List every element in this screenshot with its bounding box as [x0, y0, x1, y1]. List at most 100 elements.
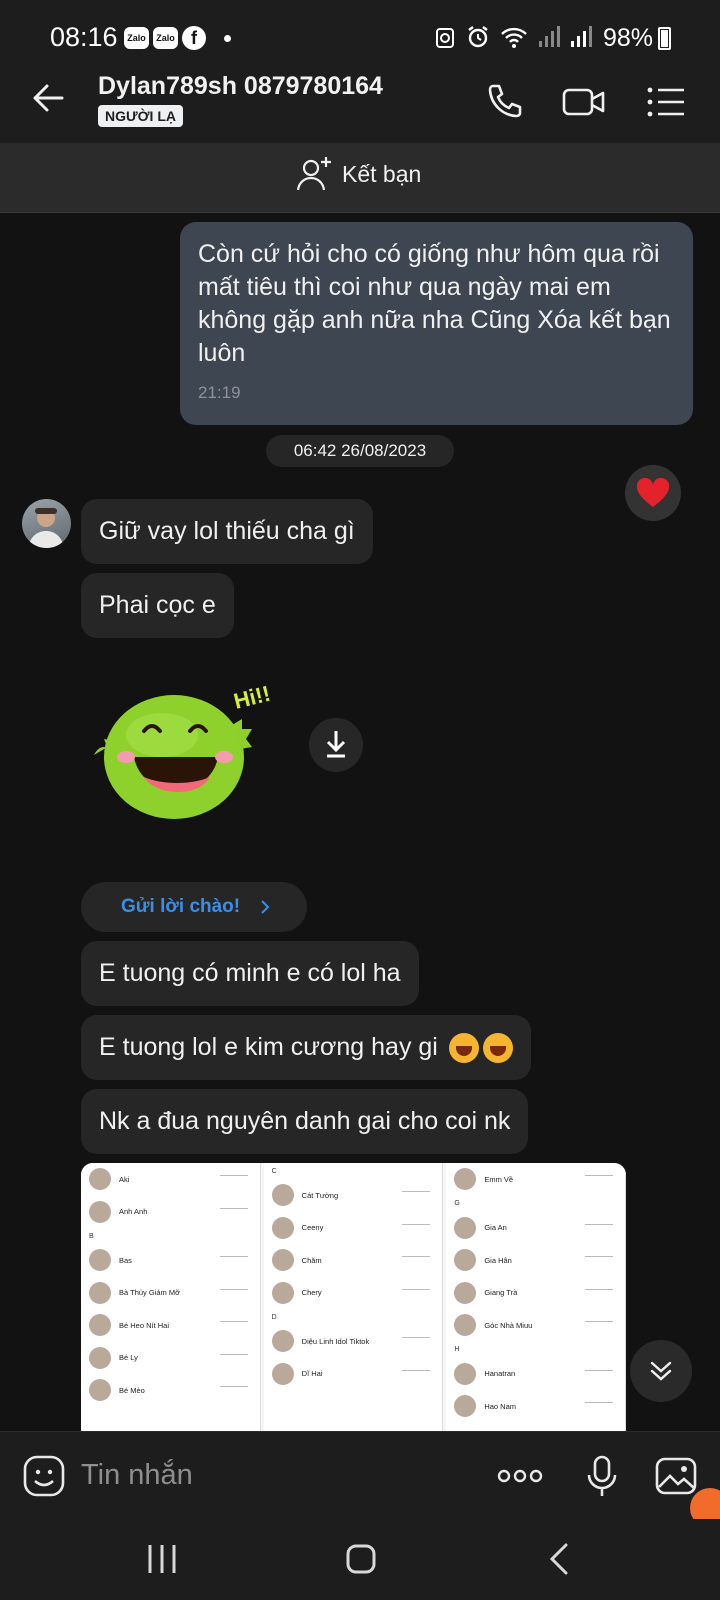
image-gallery-icon[interactable]	[654, 1454, 698, 1498]
chat-messages[interactable]: Còn cứ hỏi cho có giống như hôm qua rồi …	[0, 213, 720, 1431]
message-text: E tuong có minh e có lol ha	[99, 959, 401, 987]
contact-row: Cát Tường	[264, 1179, 443, 1212]
chat-header: Dylan789sh 0879780164 NGƯỜI LẠ	[0, 60, 720, 143]
contact-avatar	[271, 1362, 294, 1385]
contact-avatar	[89, 1379, 111, 1402]
back-arrow-icon[interactable]	[30, 80, 66, 116]
contact-avatar	[89, 1346, 111, 1369]
contact-avatar	[454, 1395, 477, 1418]
call-icons	[585, 1402, 614, 1410]
reaction-heart[interactable]	[625, 465, 681, 521]
notification-icons: Zalo Zalo f	[124, 26, 231, 50]
system-navigation-bar	[0, 1519, 720, 1600]
add-friend-button[interactable]: Kết bạn	[296, 155, 421, 193]
message-text: Nk a đua nguyên danh gai cho coi nk	[99, 1107, 511, 1135]
back-nav-icon[interactable]	[540, 1539, 584, 1579]
contact-name[interactable]: Dylan789sh 0879780164	[98, 72, 383, 101]
sticker-image: Hi!!	[94, 681, 363, 819]
send-greeting-button[interactable]: Gửi lời chào!	[81, 882, 307, 932]
contact-name: Gia Hân	[484, 1255, 512, 1265]
chevron-right-icon	[261, 900, 270, 914]
call-icons	[219, 1386, 248, 1394]
contact-avatar	[271, 1249, 294, 1272]
screenshot-column: Aki Anh Anh B Bas Bà Thủy Giám Mỡ Bé Heo Nít …	[81, 1163, 261, 1431]
alarm-icon	[468, 26, 488, 48]
message-input[interactable]	[81, 1454, 461, 1496]
call-icons	[219, 1207, 248, 1216]
contact-row: Anh Anh	[81, 1196, 260, 1229]
scroll-to-bottom-button[interactable]	[630, 1340, 692, 1402]
contact-name: Ceeny	[301, 1223, 324, 1233]
contact-row: Gia Hân	[446, 1244, 625, 1277]
section-letter: H	[454, 1346, 460, 1353]
contact-row: Diệu Linh Idol Tiktok	[264, 1325, 443, 1358]
svg-text:Hi!!: Hi!!	[231, 681, 273, 714]
contacts-screenshot-image[interactable]: Aki Anh Anh B Bas Bà Thủy Giám Mỡ Bé Heo Nít …	[81, 1163, 626, 1431]
wifi-icon	[501, 27, 527, 48]
home-icon[interactable]	[339, 1539, 383, 1579]
call-icons	[219, 1353, 248, 1362]
received-message[interactable]: Phai cọc e	[81, 573, 234, 638]
contact-avatar	[89, 1314, 111, 1337]
laughing-emoji-icon	[448, 1033, 479, 1064]
contact-row: Emm Về	[446, 1163, 625, 1196]
contact-avatar	[454, 1362, 477, 1385]
send-greeting-label: Gửi lời chào!	[121, 896, 241, 917]
message-input-bar	[0, 1431, 720, 1528]
contact-name: Cát Tường	[301, 1190, 339, 1200]
sent-message[interactable]: Còn cứ hỏi cho có giống như hôm qua rồi …	[180, 222, 693, 425]
contact-name: Hao Nam	[484, 1401, 517, 1411]
received-message[interactable]: Nk a đua nguyên danh gai cho coi nk	[81, 1089, 529, 1154]
battery-level: 98%	[603, 24, 654, 52]
contact-avatar	[454, 1168, 477, 1191]
contact-avatar	[454, 1281, 477, 1304]
contact-row: Góc Nhà Miuu	[446, 1309, 625, 1342]
contact-name: Diệu Linh Idol Tiktok	[301, 1336, 370, 1346]
stranger-badge: NGƯỜI LẠ	[98, 105, 183, 127]
video-call-icon[interactable]	[562, 80, 606, 124]
sender-avatar[interactable]	[22, 499, 71, 548]
battery-icon	[658, 27, 671, 50]
contact-name: Bé Mèo	[119, 1385, 145, 1395]
call-icons	[219, 1175, 248, 1183]
contact-avatar	[89, 1200, 111, 1223]
contact-avatar	[454, 1314, 477, 1337]
section-letter: D	[271, 1313, 277, 1321]
contact-name: Hanatran	[484, 1369, 516, 1379]
signal-icon	[571, 26, 592, 47]
call-icons	[219, 1288, 248, 1297]
received-message[interactable]: E tuong lol e kim cương hay gi	[81, 1015, 531, 1080]
contact-row: Hao Nam	[446, 1390, 625, 1423]
contact-avatar	[271, 1330, 294, 1353]
contact-row: Aki	[81, 1163, 260, 1196]
hi-sticker[interactable]: Hi!!	[86, 665, 476, 825]
laughing-emoji-icon	[482, 1033, 513, 1064]
message-time: 21:19	[198, 383, 241, 402]
call-icons	[585, 1369, 614, 1378]
sticker-emoji-icon[interactable]	[22, 1454, 66, 1498]
contact-row: Bà Thủy Giám Mỡ	[81, 1277, 260, 1310]
call-icons	[585, 1175, 614, 1183]
microphone-icon[interactable]	[580, 1454, 624, 1498]
contact-avatar	[271, 1216, 294, 1239]
screenshot-column: C Cát Tường Ceeny Chăm Chery D Diệu Linh Idol …	[263, 1163, 444, 1431]
received-message[interactable]: E tuong có minh e có lol ha	[81, 941, 419, 1006]
more-options-icon[interactable]	[496, 1454, 544, 1498]
contact-row: Chery	[264, 1277, 443, 1310]
contact-name: Aki	[119, 1174, 130, 1184]
menu-list-icon[interactable]	[644, 80, 688, 124]
recycle-icon	[436, 28, 454, 48]
message-text: Giữ vay lol thiếu cha gì	[99, 517, 355, 545]
status-bar: 08:16 Zalo Zalo f 98%	[0, 0, 720, 60]
call-icons	[585, 1288, 614, 1297]
recent-apps-icon[interactable]	[140, 1539, 184, 1579]
contact-avatar	[454, 1216, 477, 1239]
status-time: 08:16	[50, 22, 118, 52]
contact-name: Bà Thủy Giám Mỡ	[119, 1288, 181, 1298]
received-message[interactable]: Giữ vay lol thiếu cha gì	[81, 499, 373, 564]
phone-call-icon[interactable]	[482, 80, 526, 124]
section-letter: G	[454, 1200, 460, 1207]
message-text: E tuong lol e kim cương hay gi	[99, 1033, 438, 1061]
call-icons	[585, 1321, 614, 1329]
contact-row: Chăm	[264, 1244, 443, 1277]
